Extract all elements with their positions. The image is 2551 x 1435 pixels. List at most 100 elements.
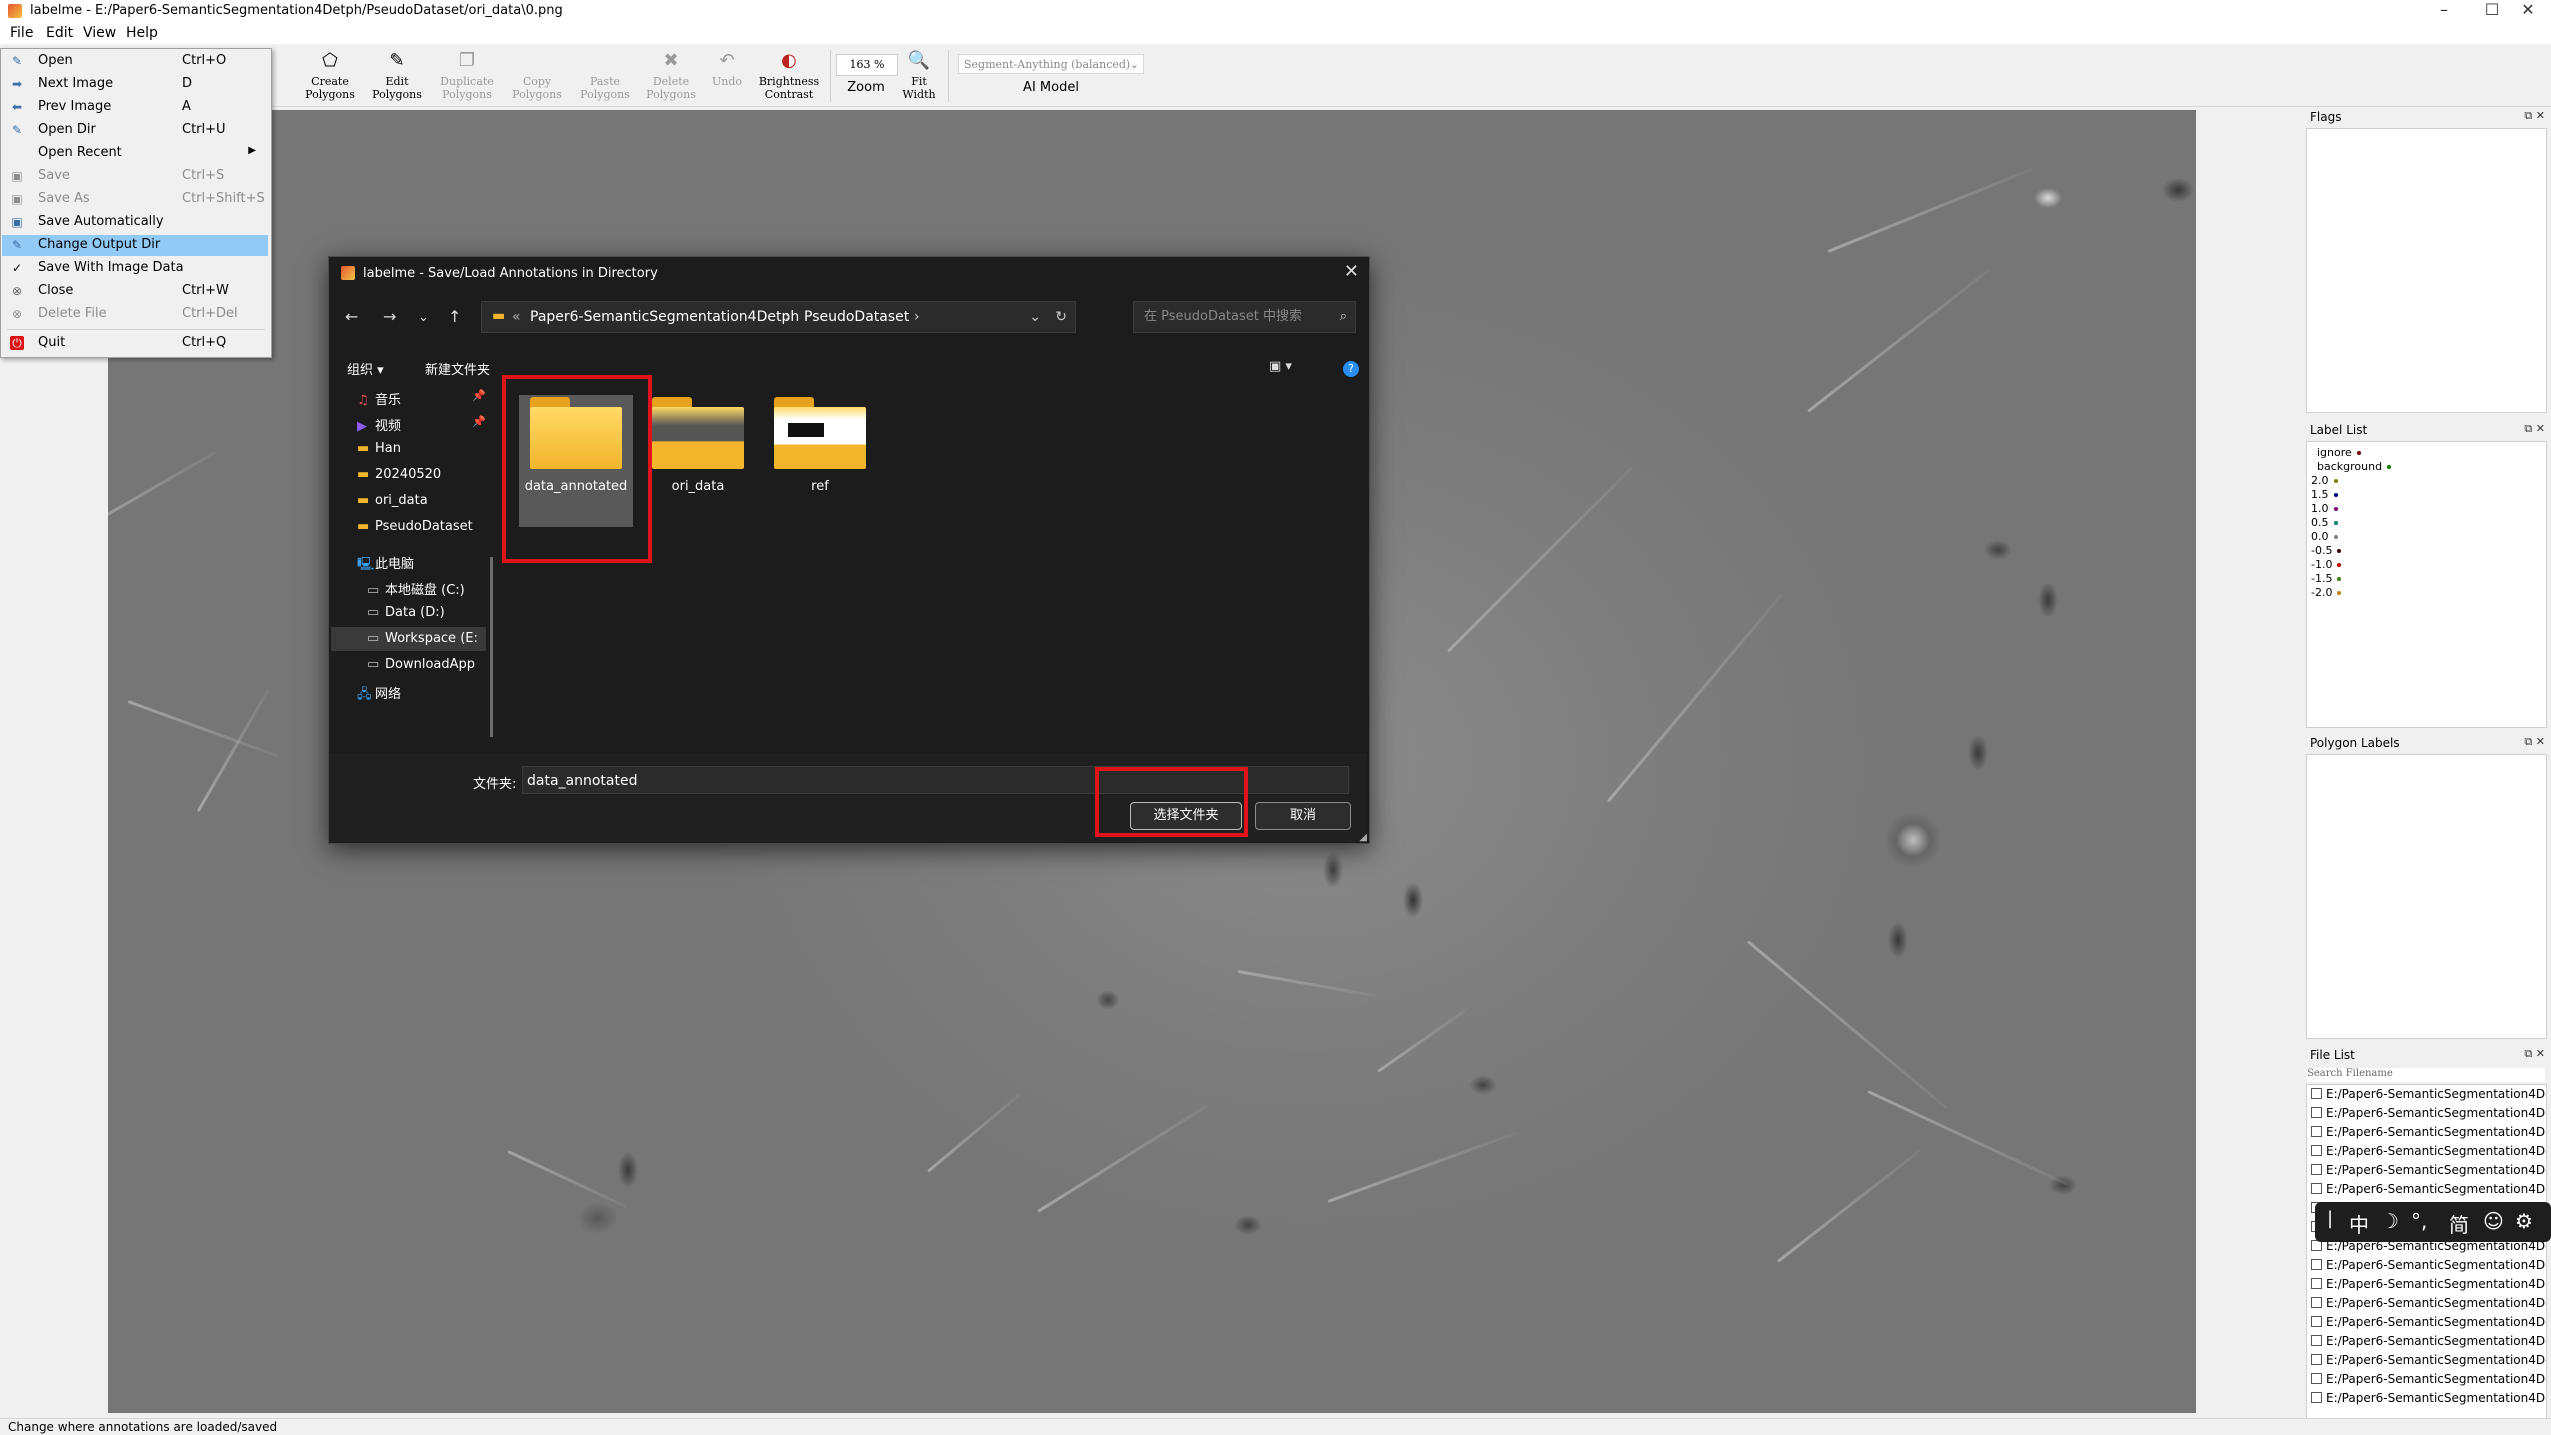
- file-checkbox[interactable]: [2311, 1183, 2322, 1194]
- nav-item-han[interactable]: ▬ Han: [357, 441, 401, 456]
- menu-edit[interactable]: Edit: [46, 25, 73, 41]
- label-list-item[interactable]: 0.5: [2311, 516, 2338, 530]
- label-list-item[interactable]: -1.0: [2311, 558, 2342, 572]
- folder-ref[interactable]: ref: [765, 397, 875, 494]
- file-list-item[interactable]: E:/Paper6-SemanticSegmentation4De: [2311, 1106, 2546, 1120]
- file-checkbox[interactable]: [2311, 1259, 2322, 1270]
- menu-item-quit[interactable]: ⏻ Quit Ctrl+Q: [2, 333, 268, 354]
- label-list-item[interactable]: 1.5: [2311, 488, 2338, 502]
- ime-chinese-mode[interactable]: 中: [2349, 1209, 2369, 1238]
- file-checkbox[interactable]: [2311, 1088, 2322, 1099]
- dock-float-close-icon[interactable]: ⧉ ✕: [2524, 1047, 2545, 1061]
- forward-arrow-icon[interactable]: →: [383, 307, 396, 326]
- file-list-item[interactable]: E:/Paper6-SemanticSegmentation4De: [2311, 1125, 2546, 1139]
- file-list-item[interactable]: E:/Paper6-SemanticSegmentation4De: [2311, 1144, 2546, 1158]
- cancel-button[interactable]: 取消: [1255, 802, 1351, 830]
- ai-model-select[interactable]: Segment-Anything (balanced) ⌄: [958, 54, 1144, 74]
- breadcrumb-segment[interactable]: PseudoDataset: [804, 302, 909, 332]
- label-list-item[interactable]: 1.0: [2311, 502, 2338, 516]
- create-polygons-button[interactable]: ⬠ Create Polygons: [297, 48, 363, 106]
- file-checkbox[interactable]: [2311, 1335, 2322, 1346]
- ime-handle[interactable]: |: [2327, 1208, 2333, 1229]
- dock-float-close-icon[interactable]: ⧉ ✕: [2524, 422, 2545, 436]
- nav-item-network[interactable]: 🖧 网络: [357, 683, 401, 707]
- ime-punctuation-icon[interactable]: °,: [2411, 1209, 2427, 1233]
- menu-item-prev-image[interactable]: ⬅ Prev Image A: [2, 97, 268, 118]
- nav-item-drive-c[interactable]: ▭ 本地磁盘 (C:): [367, 579, 465, 598]
- back-arrow-icon[interactable]: ←: [345, 307, 358, 326]
- menu-item-delete-file[interactable]: ⊗ Delete File Ctrl+Del: [2, 304, 268, 325]
- dialog-close-button[interactable]: ✕: [1344, 261, 1359, 282]
- menu-help[interactable]: Help: [126, 25, 158, 41]
- menu-item-open[interactable]: ✎ Open Ctrl+O: [2, 51, 268, 72]
- file-checkbox[interactable]: [2311, 1278, 2322, 1289]
- menu-item-save-automatically[interactable]: ▣ Save Automatically: [2, 212, 268, 233]
- menu-item-save-with-image-data[interactable]: ✓ Save With Image Data: [2, 258, 268, 279]
- resize-grip-icon[interactable]: ◢: [1359, 832, 1367, 843]
- file-checkbox[interactable]: [2311, 1107, 2322, 1118]
- file-list-item[interactable]: E:/Paper6-SemanticSegmentation4De: [2311, 1296, 2546, 1310]
- file-list-item[interactable]: E:/Paper6-SemanticSegmentation4De: [2311, 1277, 2546, 1291]
- organize-menu[interactable]: 组织 ▾: [347, 359, 384, 378]
- search-input[interactable]: 在 PseudoDataset 中搜索 ⌕: [1133, 301, 1356, 333]
- file-checkbox[interactable]: [2311, 1145, 2322, 1156]
- menu-item-save[interactable]: ▣ Save Ctrl+S: [2, 166, 268, 187]
- file-list-item[interactable]: E:/Paper6-SemanticSegmentation4De: [2311, 1087, 2546, 1101]
- file-list-item[interactable]: E:/Paper6-SemanticSegmentation4De: [2311, 1353, 2546, 1367]
- label-list-item[interactable]: -1.5: [2311, 572, 2342, 586]
- file-checkbox[interactable]: [2311, 1354, 2322, 1365]
- label-list-item[interactable]: ignore: [2317, 446, 2361, 460]
- duplicate-polygons-button[interactable]: ❐ Duplicate Polygons: [434, 48, 500, 106]
- search-filename-input[interactable]: Search Filename: [2307, 1068, 2545, 1082]
- nav-item-video[interactable]: ▶ 视频 📌: [357, 415, 486, 434]
- menu-item-close[interactable]: ⊗ Close Ctrl+W: [2, 281, 268, 302]
- chevron-down-icon[interactable]: ⌄: [1029, 302, 1041, 332]
- file-list-item[interactable]: E:/Paper6-SemanticSegmentation4De: [2311, 1258, 2546, 1272]
- close-window-button[interactable]: ✕: [2505, 0, 2551, 22]
- nav-item-drive-e[interactable]: ▭ Workspace (E:: [367, 631, 478, 646]
- paste-polygons-button[interactable]: 📋 Paste Polygons: [572, 48, 638, 106]
- label-list-item[interactable]: background: [2317, 460, 2392, 474]
- dock-float-close-icon[interactable]: ⧉ ✕: [2524, 735, 2545, 749]
- menu-view[interactable]: View: [83, 25, 116, 41]
- ime-halfwidth-icon[interactable]: ☽: [2381, 1209, 2399, 1233]
- file-checkbox[interactable]: [2311, 1392, 2322, 1403]
- label-list-item[interactable]: 0.0: [2311, 530, 2338, 544]
- nav-item-downloadapp[interactable]: ▭ DownloadApp: [367, 657, 475, 672]
- brightness-contrast-button[interactable]: ◐ Brightness Contrast: [754, 48, 824, 106]
- help-icon[interactable]: ?: [1343, 361, 1359, 377]
- copy-polygons-button[interactable]: ⧉ Copy Polygons: [504, 48, 570, 106]
- recent-dropdown-icon[interactable]: ⌄: [418, 310, 429, 325]
- file-list-item[interactable]: E:/Paper6-SemanticSegmentation4De: [2311, 1315, 2546, 1329]
- ime-emoji-icon[interactable]: ☺: [2483, 1209, 2504, 1233]
- menu-item-change-output-dir[interactable]: ✎ Change Output Dir: [2, 235, 268, 256]
- undo-button[interactable]: ↶ Undo: [694, 48, 760, 106]
- menu-file[interactable]: File: [10, 25, 33, 41]
- file-checkbox[interactable]: [2311, 1373, 2322, 1384]
- nav-item-music[interactable]: ♫ 音乐 📌: [357, 389, 486, 408]
- menu-item-save-as[interactable]: ▣ Save As Ctrl+Shift+S: [2, 189, 268, 210]
- label-list-item[interactable]: 2.0: [2311, 474, 2338, 488]
- new-folder-button[interactable]: 新建文件夹: [425, 359, 490, 378]
- file-checkbox[interactable]: [2311, 1164, 2322, 1175]
- file-checkbox[interactable]: [2311, 1316, 2322, 1327]
- nav-scrollbar[interactable]: [490, 557, 493, 737]
- folder-ori-data[interactable]: ori_data: [643, 397, 753, 494]
- edit-polygons-button[interactable]: ✎ Edit Polygons: [364, 48, 430, 106]
- refresh-icon[interactable]: ↻: [1055, 302, 1067, 332]
- ime-settings-icon[interactable]: ⚙: [2515, 1209, 2533, 1233]
- fit-width-button[interactable]: 🔍 Fit Width: [886, 48, 952, 106]
- nav-item-this-pc[interactable]: 🖳此电脑: [357, 553, 414, 577]
- label-list-item[interactable]: -0.5: [2311, 544, 2342, 558]
- file-list-item[interactable]: E:/Paper6-SemanticSegmentation4De: [2311, 1391, 2546, 1405]
- nav-item-ori-data[interactable]: ▬ ori_data: [357, 493, 428, 508]
- nav-item-pseudodataset[interactable]: ▬ PseudoDataset: [357, 519, 473, 534]
- view-options-icon[interactable]: ▣ ▾: [1269, 359, 1292, 374]
- menu-item-open-dir[interactable]: ✎ Open Dir Ctrl+U: [2, 120, 268, 141]
- file-list-item[interactable]: E:/Paper6-SemanticSegmentation4De: [2311, 1163, 2546, 1177]
- breadcrumb-segment[interactable]: Paper6-SemanticSegmentation4Detph: [530, 302, 799, 332]
- label-list-item[interactable]: -2.0: [2311, 586, 2342, 600]
- up-arrow-icon[interactable]: ↑: [448, 307, 461, 326]
- menu-item-open-recent[interactable]: Open Recent ▶: [2, 143, 268, 164]
- menu-item-next-image[interactable]: ➡ Next Image D: [2, 74, 268, 95]
